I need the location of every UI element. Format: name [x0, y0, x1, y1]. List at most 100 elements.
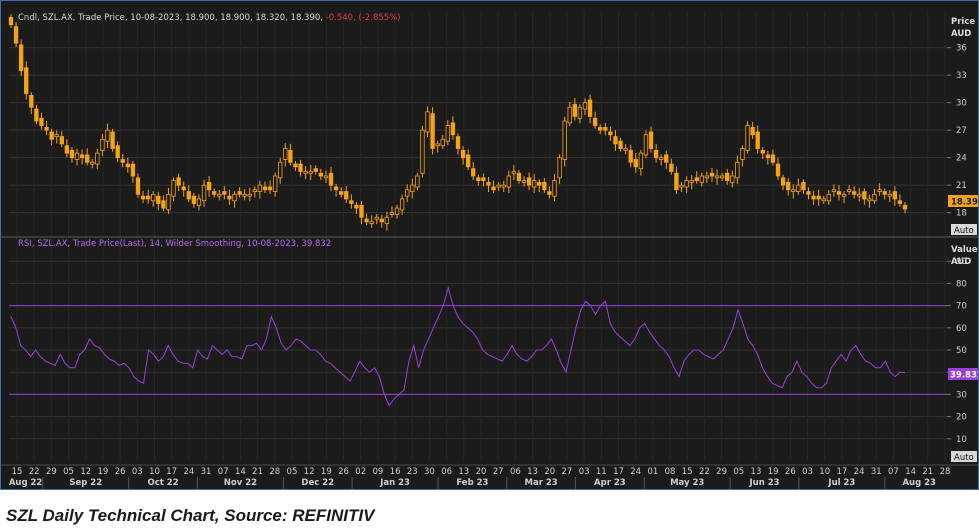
- candle-body: [552, 180, 557, 197]
- candle-body: [730, 175, 735, 183]
- candle-body: [801, 182, 806, 191]
- x-day-tick-label: 20: [544, 467, 555, 477]
- chart-caption: SZL Daily Technical Chart, Source: REFIN…: [6, 506, 375, 525]
- x-month-label: Mar 23: [525, 478, 558, 488]
- x-day-tick-label: 20: [476, 467, 487, 477]
- candle-body: [252, 189, 257, 192]
- x-day-tick-label: 09: [372, 467, 383, 477]
- x-day-tick-label: 23: [407, 467, 418, 477]
- x-day-tick-label: 24: [854, 467, 865, 477]
- candle-body: [664, 154, 669, 163]
- x-day-tick-label: 17: [613, 467, 624, 477]
- candle-body: [181, 186, 186, 191]
- x-day-tick-label: 13: [751, 467, 762, 477]
- candle-body: [278, 161, 283, 179]
- x-day-tick-label: 19: [321, 467, 332, 477]
- candle-body: [298, 163, 303, 172]
- candle-body: [420, 129, 425, 174]
- candle-body: [897, 200, 903, 204]
- candle-body: [145, 195, 151, 200]
- candle-body: [115, 145, 120, 159]
- candle-body: [547, 191, 552, 195]
- x-day-tick-label: 17: [836, 467, 847, 477]
- technical-chart: Cndl, SZL.AX, Trade Price, 10-08-2023, 1…: [1, 1, 978, 489]
- candle-body: [694, 177, 699, 181]
- x-day-tick-label: 19: [768, 467, 779, 477]
- x-day-tick-label: 27: [562, 467, 573, 477]
- x-day-tick-label: 16: [390, 467, 401, 477]
- candle-body: [135, 177, 141, 195]
- candle-body: [532, 180, 537, 188]
- candle-body: [79, 154, 85, 159]
- x-month-label: Jun 23: [749, 478, 780, 488]
- price-tick-label: 21: [956, 181, 967, 191]
- candle-body: [892, 191, 898, 200]
- candle-body: [587, 99, 593, 117]
- candle-body: [613, 136, 618, 145]
- chart-frame: Cndl, SZL.AX, Trade Price, 10-08-2023, 1…: [0, 0, 979, 490]
- candle-body: [161, 200, 166, 209]
- candle-body: [582, 102, 588, 110]
- candle-body: [501, 184, 506, 188]
- candle-body: [247, 193, 252, 197]
- x-day-tick-label: 29: [46, 467, 57, 477]
- x-day-tick-label: 03: [802, 467, 813, 477]
- price-axis-unit: AUD: [951, 29, 971, 39]
- candle-body: [125, 163, 131, 168]
- candle-body: [384, 216, 390, 225]
- candle-body: [394, 207, 400, 215]
- candle-body: [267, 186, 273, 191]
- candle-body: [689, 180, 694, 183]
- x-day-tick-label: 06: [510, 467, 521, 477]
- candle-body: [521, 180, 527, 183]
- x-month-label: Aug 22: [9, 478, 43, 488]
- candle-body: [511, 171, 517, 174]
- candle-body: [455, 136, 461, 149]
- x-day-tick-label: 01: [647, 467, 658, 477]
- candle-body: [796, 184, 801, 192]
- x-day-tick-label: 19: [98, 467, 109, 477]
- x-day-tick-label: 27: [493, 467, 504, 477]
- candle-body: [440, 138, 445, 147]
- x-month-label: Apr 23: [594, 478, 626, 488]
- candle-body: [882, 191, 887, 195]
- candle-body: [719, 175, 725, 179]
- x-day-tick-label: 07: [888, 467, 899, 477]
- candle-body: [806, 191, 811, 195]
- candle-body: [765, 154, 771, 159]
- candle-body: [674, 172, 679, 191]
- candle-body: [399, 198, 405, 211]
- x-day-tick-label: 26: [785, 467, 796, 477]
- x-month-label: Nov 22: [224, 478, 257, 488]
- x-day-tick-label: 15: [682, 467, 693, 477]
- candle-body: [542, 182, 547, 191]
- candle-body: [74, 152, 80, 160]
- candle-body: [760, 149, 765, 154]
- candle-body: [496, 184, 501, 188]
- candle-body: [598, 127, 603, 131]
- x-day-tick-label: 12: [304, 467, 315, 477]
- candle-body: [349, 200, 354, 204]
- candle-body: [826, 193, 831, 202]
- x-day-tick-label: 14: [905, 467, 916, 477]
- x-day-tick-label: 03: [132, 467, 143, 477]
- candle-body: [699, 175, 704, 183]
- x-month-label: Jul 23: [827, 478, 855, 488]
- price-tick-label: 27: [956, 126, 967, 136]
- candle-body: [476, 177, 481, 181]
- candle-body: [369, 221, 374, 225]
- candle-body: [425, 111, 430, 133]
- candle-body: [389, 212, 395, 215]
- candle-body: [852, 191, 857, 195]
- x-day-tick-label: 28: [269, 467, 280, 477]
- candle-body: [821, 198, 826, 202]
- candle-body: [770, 154, 776, 163]
- candle-body: [410, 184, 415, 192]
- candle-body: [272, 175, 278, 192]
- candle-body: [618, 140, 623, 149]
- candle-body: [354, 204, 359, 209]
- candle-body: [725, 172, 730, 181]
- price-header: Cndl, SZL.AX, Trade Price, 10-08-2023, 1…: [18, 13, 401, 23]
- candle-body: [638, 152, 644, 170]
- candle-body: [669, 163, 674, 172]
